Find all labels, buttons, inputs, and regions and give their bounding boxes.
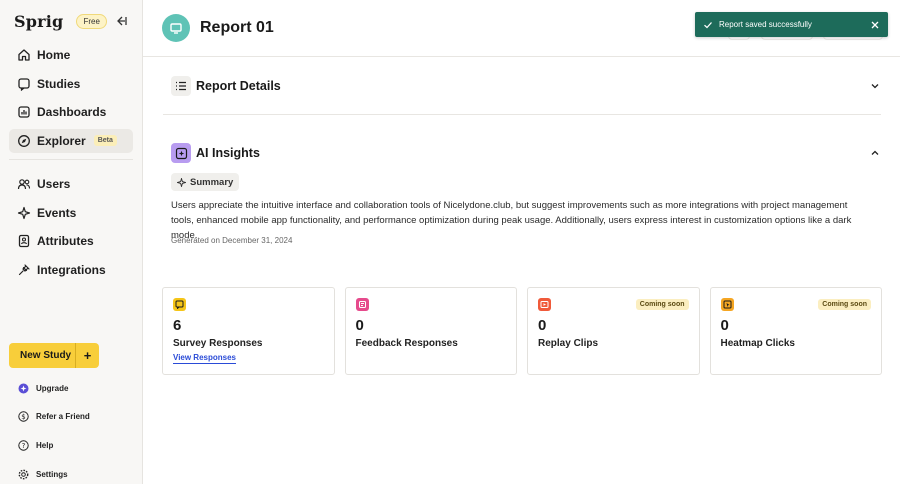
secondary-nav: Users Events Attributes Integrations: [9, 172, 133, 286]
chevron-up-icon[interactable]: [869, 147, 881, 159]
coming-soon-badge: Coming soon: [635, 299, 689, 310]
sidebar-item-home[interactable]: Home: [9, 43, 133, 67]
sprig-logo[interactable]: Sprig: [14, 12, 63, 31]
sidebar-item-help[interactable]: ? Help: [18, 431, 138, 460]
section-title: Report Details: [196, 79, 281, 93]
feedback-responses-card: 0 Feedback Responses: [344, 287, 517, 375]
users-icon: [17, 177, 31, 191]
sidebar-item-attributes[interactable]: Attributes: [9, 229, 133, 253]
metric-label: Replay Clips: [538, 338, 599, 349]
help-icon: ?: [18, 440, 29, 451]
generated-date: Generated on December 31, 2024: [171, 236, 293, 245]
sidebar: Sprig Free Home Studies Dashboards Explo…: [0, 0, 143, 484]
footer-item-label: Settings: [36, 469, 68, 479]
svg-text:$: $: [21, 413, 25, 421]
events-sparkle-icon: [17, 206, 31, 220]
dollar-icon: $: [18, 411, 29, 423]
sidebar-item-label: Studies: [37, 76, 81, 91]
summary-label: Summary: [190, 176, 234, 188]
report-icon: [162, 14, 190, 42]
sidebar-item-label: Home: [37, 48, 71, 62]
svg-text:?: ?: [22, 442, 26, 450]
attributes-icon: [17, 234, 31, 248]
sidebar-item-upgrade[interactable]: Upgrade: [18, 374, 138, 403]
footer-item-label: Refer a Friend: [36, 412, 90, 422]
nav-separator-wrap: [9, 155, 133, 160]
report-details-header[interactable]: Report Details: [171, 76, 881, 96]
sidebar-item-explorer[interactable]: Explorer Beta: [9, 128, 133, 153]
sidebar-item-label: Events: [37, 205, 77, 220]
summary-tab[interactable]: Summary: [171, 173, 240, 191]
new-study-button[interactable]: New Study +: [9, 343, 99, 368]
list-icon: [171, 76, 191, 96]
metric-value: 0: [355, 317, 364, 334]
check-icon: [703, 20, 713, 30]
plan-badge: Free: [76, 14, 107, 29]
sparkle-icon: [177, 177, 186, 187]
replay-icon: [538, 298, 551, 311]
footer-item-label: Upgrade: [36, 383, 69, 393]
app-root: Sprig Free Home Studies Dashboards Explo…: [0, 0, 900, 484]
metric-value: 0: [538, 317, 547, 334]
brand: Sprig Free: [14, 12, 107, 31]
ai-insights-header[interactable]: AI Insights: [171, 143, 881, 163]
gear-icon: [18, 469, 29, 480]
sidebar-item-label: Users: [37, 177, 71, 191]
beta-badge: Beta: [93, 135, 117, 147]
explorer-icon: [17, 134, 31, 148]
metric-label: Feedback Responses: [355, 338, 458, 349]
survey-icon: [173, 298, 186, 311]
plug-icon: [17, 263, 31, 277]
replay-clips-card: Coming soon 0 Replay Clips: [527, 287, 700, 375]
sidebar-item-dashboards[interactable]: Dashboards: [9, 100, 133, 124]
upgrade-icon: [18, 383, 29, 394]
section-title: AI Insights: [196, 146, 260, 160]
main-content: Report 01 Report saved successfully Repo…: [143, 0, 900, 484]
heatmap-icon: [720, 298, 734, 311]
collapse-sidebar-icon[interactable]: [115, 14, 127, 26]
metric-label: Survey Responses: [173, 338, 263, 349]
sidebar-item-label: Integrations: [37, 262, 106, 277]
toast-message: Report saved successfully: [719, 20, 812, 29]
sidebar-item-users[interactable]: Users: [9, 172, 133, 196]
sidebar-item-label: Attributes: [37, 234, 94, 249]
sidebar-item-events[interactable]: Events: [9, 201, 133, 225]
ai-sparkle-icon: [171, 143, 191, 163]
survey-responses-card: 6 Survey Responses View Responses: [162, 287, 335, 375]
coming-soon-badge: Coming soon: [818, 299, 871, 310]
close-icon[interactable]: [870, 20, 880, 30]
sidebar-item-label: Explorer: [37, 133, 86, 148]
new-study-plus-button[interactable]: +: [76, 348, 99, 363]
sidebar-item-refer[interactable]: $ Refer a Friend: [18, 403, 138, 432]
sidebar-item-label: Dashboards: [37, 105, 107, 120]
sidebar-item-settings[interactable]: Settings: [18, 460, 138, 484]
nav-divider: [9, 159, 133, 160]
page-title: Report 01: [200, 19, 274, 36]
sidebar-item-studies[interactable]: Studies: [9, 72, 133, 96]
view-responses-link[interactable]: View Responses: [173, 353, 236, 364]
dashboard-icon: [17, 105, 31, 119]
section-divider: [163, 114, 881, 115]
metric-label: Heatmap Clicks: [720, 338, 795, 349]
sidebar-footer: Upgrade $ Refer a Friend ? Help Settings: [18, 374, 138, 484]
home-icon: [17, 48, 31, 62]
studies-icon: [17, 77, 31, 91]
success-toast: Report saved successfully: [695, 12, 888, 37]
heatmap-clicks-card: Coming soon 0 Heatmap Clicks: [709, 287, 882, 375]
footer-item-label: Help: [36, 440, 54, 450]
sidebar-item-integrations[interactable]: Integrations: [9, 258, 133, 282]
chevron-down-icon[interactable]: [869, 80, 881, 92]
metric-value: 0: [720, 317, 729, 334]
new-study-label: New Study: [20, 350, 72, 361]
primary-nav: Home Studies Dashboards Explorer Beta: [9, 43, 133, 157]
metric-value: 6: [173, 317, 182, 334]
metric-cards: 6 Survey Responses View Responses 0 Feed…: [162, 287, 882, 375]
feedback-icon: [355, 298, 369, 311]
